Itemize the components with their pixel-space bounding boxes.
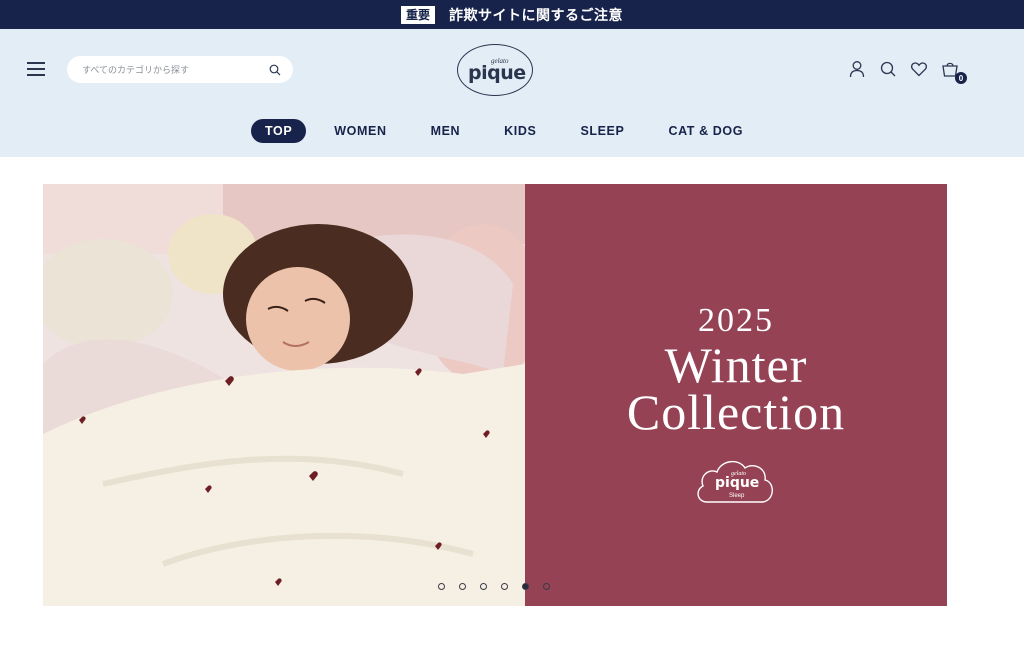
cart-button[interactable]: 0 xyxy=(941,60,967,84)
logo-text: pique xyxy=(468,62,526,84)
brand-logo[interactable]: gelato pique xyxy=(457,44,533,96)
important-badge: 重要 xyxy=(400,5,435,24)
tab-women[interactable]: WOMEN xyxy=(334,124,386,138)
hero-banner[interactable]: 2025 Winter Collection gelato pique Slee… xyxy=(43,184,947,606)
tab-kids[interactable]: KIDS xyxy=(504,124,536,138)
carousel-dots xyxy=(438,583,550,590)
carousel-dot[interactable] xyxy=(501,583,508,590)
search-icon[interactable] xyxy=(269,64,281,76)
tab-cat-and-dog[interactable]: CAT & DOG xyxy=(668,124,743,138)
tab-men[interactable]: MEN xyxy=(431,124,461,138)
header-icons: 0 xyxy=(848,60,967,84)
cloud-logo-sub-text: Sleep xyxy=(729,493,745,499)
cart-count-badge: 0 xyxy=(955,72,967,84)
hero-photo xyxy=(43,184,525,606)
pique-sleep-logo: gelato pique Sleep xyxy=(693,454,777,512)
notice-bar[interactable]: 重要 詐欺サイトに関するご注意 xyxy=(0,0,1024,29)
collection-year: 2025 xyxy=(698,302,774,339)
carousel-dot[interactable] xyxy=(543,583,550,590)
cloud-logo-text: pique xyxy=(715,475,760,491)
search-bar[interactable] xyxy=(67,56,293,83)
collection-title-line2: Collection xyxy=(626,384,846,440)
notice-message[interactable]: 詐欺サイトに関するご注意 xyxy=(449,5,623,25)
carousel-dot[interactable] xyxy=(480,583,487,590)
site-header: gelato pique 0 TOP WOMEN MEN KIDS SLEEP … xyxy=(0,29,1024,157)
carousel-dot-active[interactable] xyxy=(522,583,529,590)
collection-panel[interactable]: 2025 Winter Collection gelato pique Slee… xyxy=(525,184,947,606)
category-nav: TOP WOMEN MEN KIDS SLEEP CAT & DOG xyxy=(251,119,743,143)
carousel-dot[interactable] xyxy=(438,583,445,590)
heart-icon[interactable] xyxy=(910,60,928,78)
account-icon[interactable] xyxy=(848,60,866,78)
tab-top[interactable]: TOP xyxy=(251,119,307,143)
tab-sleep[interactable]: SLEEP xyxy=(580,124,624,138)
search-input[interactable] xyxy=(82,64,269,75)
carousel-dot[interactable] xyxy=(459,583,466,590)
search-icon[interactable] xyxy=(879,60,897,78)
hamburger-menu-icon[interactable] xyxy=(27,61,45,77)
